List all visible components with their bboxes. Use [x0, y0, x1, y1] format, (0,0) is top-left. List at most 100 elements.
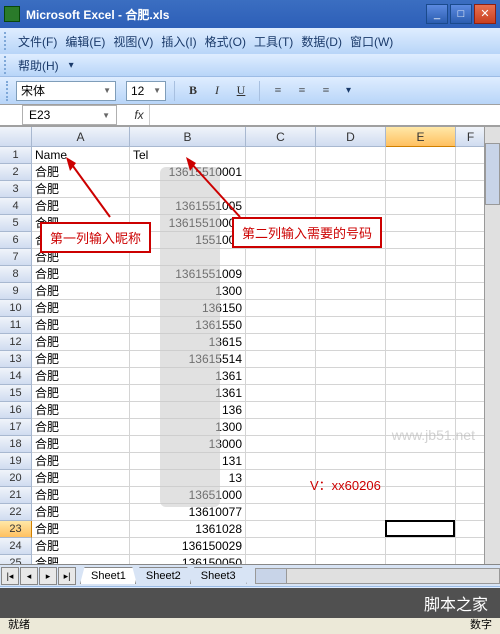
- row-header[interactable]: 7: [0, 249, 32, 266]
- vertical-scrollbar[interactable]: [484, 127, 500, 564]
- minimize-button[interactable]: _: [426, 4, 448, 24]
- cell[interactable]: [246, 470, 316, 487]
- row-header[interactable]: 1: [0, 147, 32, 164]
- column-header[interactable]: B: [130, 127, 246, 147]
- cell[interactable]: 合肥: [32, 521, 130, 538]
- cell[interactable]: [456, 487, 486, 504]
- row-header[interactable]: 13: [0, 351, 32, 368]
- menu-help[interactable]: 帮助(H): [14, 54, 63, 77]
- row-header[interactable]: 20: [0, 470, 32, 487]
- sheet-tab[interactable]: Sheet1: [80, 567, 137, 584]
- cell[interactable]: [316, 402, 386, 419]
- cell[interactable]: [386, 181, 456, 198]
- cell[interactable]: [246, 249, 316, 266]
- row-header[interactable]: 21: [0, 487, 32, 504]
- toolbar-handle[interactable]: [6, 81, 10, 101]
- cell[interactable]: [386, 555, 456, 564]
- cell[interactable]: [316, 351, 386, 368]
- cell[interactable]: [386, 453, 456, 470]
- row-header[interactable]: 3: [0, 181, 32, 198]
- cell[interactable]: [456, 504, 486, 521]
- underline-button[interactable]: U: [231, 81, 251, 101]
- name-box[interactable]: E23 ▼: [22, 105, 117, 125]
- cell[interactable]: [316, 555, 386, 564]
- cell[interactable]: [246, 198, 316, 215]
- cell[interactable]: [456, 283, 486, 300]
- cell[interactable]: [246, 555, 316, 564]
- cell[interactable]: [246, 487, 316, 504]
- cell[interactable]: 136150050: [130, 555, 246, 564]
- cell[interactable]: 合肥: [32, 470, 130, 487]
- cell[interactable]: 合肥: [32, 436, 130, 453]
- cell[interactable]: [386, 351, 456, 368]
- row-header[interactable]: 6: [0, 232, 32, 249]
- cell[interactable]: 合肥: [32, 368, 130, 385]
- cell[interactable]: [386, 283, 456, 300]
- cell[interactable]: Tel: [130, 147, 246, 164]
- cell[interactable]: [386, 538, 456, 555]
- cell[interactable]: [386, 198, 456, 215]
- cell[interactable]: [456, 300, 486, 317]
- row-header[interactable]: 4: [0, 198, 32, 215]
- cell[interactable]: [316, 504, 386, 521]
- menu-insert[interactable]: 插入(I): [157, 30, 200, 53]
- cell[interactable]: [316, 198, 386, 215]
- maximize-button[interactable]: □: [450, 4, 472, 24]
- cell[interactable]: [246, 147, 316, 164]
- cell[interactable]: [386, 164, 456, 181]
- cell[interactable]: [456, 351, 486, 368]
- cell[interactable]: 136150029: [130, 538, 246, 555]
- sheet-tab[interactable]: Sheet3: [190, 567, 247, 584]
- cell[interactable]: 合肥: [32, 198, 130, 215]
- align-left-button[interactable]: ≡: [268, 81, 288, 101]
- row-header[interactable]: 24: [0, 538, 32, 555]
- font-name-select[interactable]: 宋体 ▼: [16, 81, 116, 101]
- cell[interactable]: [316, 368, 386, 385]
- formula-input[interactable]: [149, 105, 500, 125]
- cell[interactable]: [246, 538, 316, 555]
- row-header[interactable]: 23: [0, 521, 32, 538]
- cell[interactable]: 合肥: [32, 334, 130, 351]
- column-header[interactable]: D: [316, 127, 386, 147]
- column-header[interactable]: E: [386, 127, 456, 147]
- cell[interactable]: 合肥: [32, 283, 130, 300]
- cell[interactable]: [386, 334, 456, 351]
- cell[interactable]: [246, 283, 316, 300]
- cell[interactable]: [316, 181, 386, 198]
- cell[interactable]: 合肥: [32, 317, 130, 334]
- font-size-select[interactable]: 12 ▼: [126, 81, 166, 101]
- cell[interactable]: [386, 487, 456, 504]
- cell[interactable]: [456, 385, 486, 402]
- row-header[interactable]: 8: [0, 266, 32, 283]
- cell[interactable]: 合肥: [32, 266, 130, 283]
- cell[interactable]: [246, 317, 316, 334]
- cell[interactable]: [456, 470, 486, 487]
- row-header[interactable]: 11: [0, 317, 32, 334]
- row-header[interactable]: 5: [0, 215, 32, 232]
- row-header[interactable]: 19: [0, 453, 32, 470]
- menu-format[interactable]: 格式(O): [201, 30, 250, 53]
- cell[interactable]: [456, 453, 486, 470]
- cell[interactable]: [316, 385, 386, 402]
- cell[interactable]: [456, 555, 486, 564]
- horizontal-scrollbar[interactable]: [255, 568, 500, 584]
- close-button[interactable]: ✕: [474, 4, 496, 24]
- row-header[interactable]: 10: [0, 300, 32, 317]
- cell[interactable]: [386, 521, 456, 538]
- row-header[interactable]: 25: [0, 555, 32, 564]
- cell[interactable]: 合肥: [32, 181, 130, 198]
- row-header[interactable]: 17: [0, 419, 32, 436]
- cell[interactable]: [246, 436, 316, 453]
- menu-tools[interactable]: 工具(T): [250, 30, 297, 53]
- cell[interactable]: [386, 470, 456, 487]
- cell[interactable]: [316, 453, 386, 470]
- cell[interactable]: [456, 402, 486, 419]
- cell[interactable]: [246, 402, 316, 419]
- cell[interactable]: [246, 300, 316, 317]
- cell[interactable]: [456, 198, 486, 215]
- cell[interactable]: 合肥: [32, 504, 130, 521]
- cell[interactable]: [386, 317, 456, 334]
- row-header[interactable]: 14: [0, 368, 32, 385]
- row-header[interactable]: 16: [0, 402, 32, 419]
- cell[interactable]: [386, 147, 456, 164]
